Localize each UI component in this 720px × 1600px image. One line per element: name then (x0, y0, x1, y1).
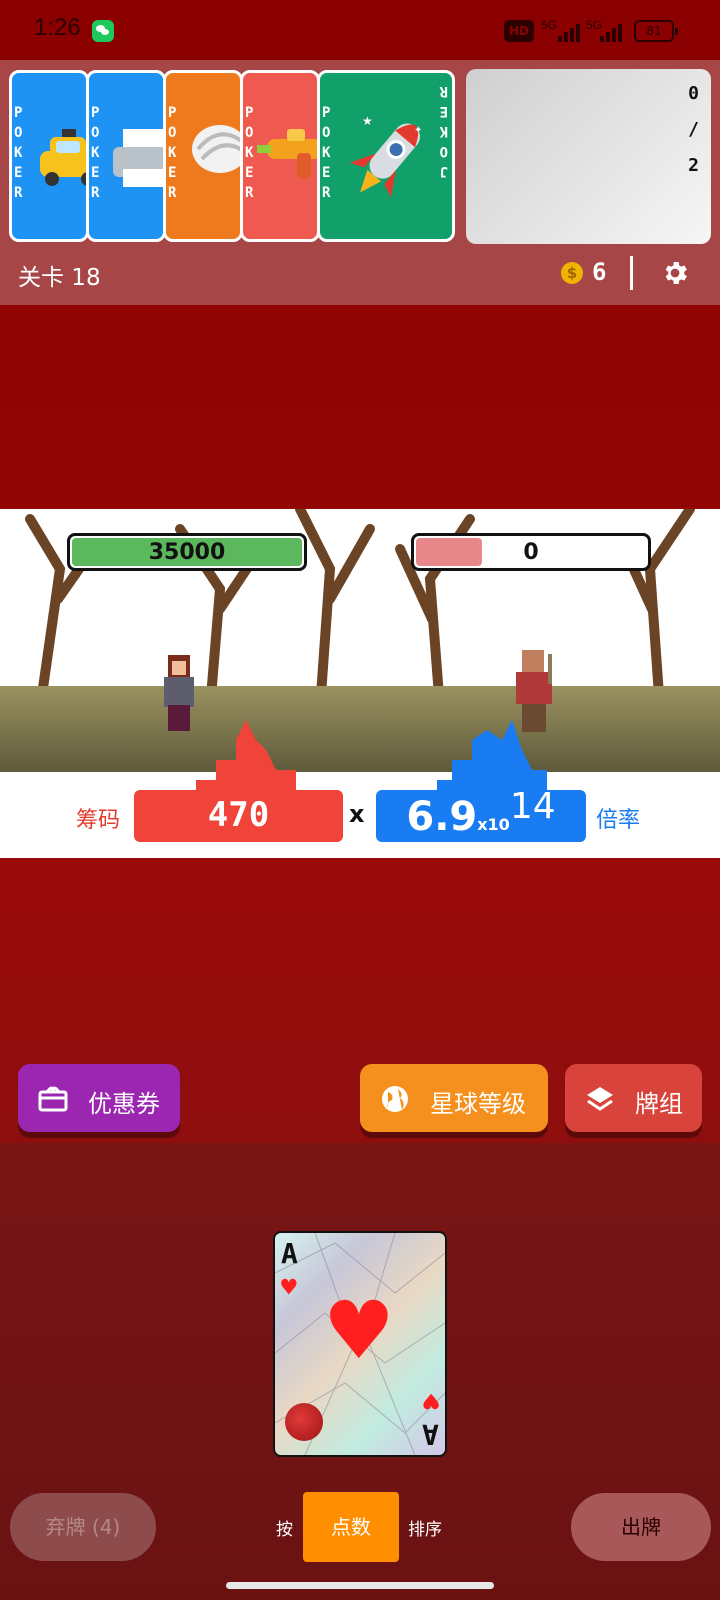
heart-icon: ♥ (281, 1273, 297, 1303)
joker-card-rocket[interactable]: POKER JOKER ★ ✦ (317, 70, 455, 242)
globe-icon (382, 1086, 408, 1112)
mult-x: x10 (477, 815, 510, 834)
sort-by-rank-button[interactable]: 点数 (303, 1492, 399, 1562)
player-hp-value: 35000 (148, 540, 226, 565)
enemy-hp-value: 0 (523, 540, 539, 565)
status-bar: 1:26 HD 5G 5G 81 (0, 0, 720, 60)
battery-indicator: 81 (634, 20, 678, 42)
layers-icon (587, 1087, 613, 1111)
mult-exponent: 14 (509, 786, 556, 827)
planet-level-button[interactable]: 星球等级 (360, 1064, 548, 1132)
joker-card-water-gun[interactable]: POKER (240, 70, 320, 242)
coin-count: 6 (592, 258, 607, 286)
joker-card-printer[interactable]: POKER (86, 70, 166, 242)
joker-card-seashell[interactable]: POKER (163, 70, 243, 242)
deck-label: 牌组 (635, 1090, 683, 1118)
signal-bars-2-icon (590, 22, 626, 42)
card-rank: A (422, 1418, 439, 1451)
mult-label: 倍率 (596, 808, 641, 833)
wechat-icon (92, 20, 114, 42)
joker-card-text: POKER (322, 105, 331, 201)
chips-label: 筹码 (76, 808, 121, 833)
level-label: 关卡 18 (18, 265, 101, 291)
seashell-icon (192, 125, 240, 173)
svg-text:★: ★ (362, 114, 373, 128)
gear-icon[interactable] (660, 258, 690, 288)
svg-text:✦: ✦ (414, 125, 422, 136)
taxi-icon (40, 129, 86, 186)
chip-splash-icon (196, 720, 311, 800)
home-indicator[interactable] (226, 1582, 494, 1589)
red-seal-icon (285, 1403, 323, 1441)
hd-badge: HD (504, 20, 534, 42)
card-rank-top: A ♥ (281, 1237, 298, 1303)
times-sign: x (349, 800, 365, 828)
joker-slots-used: 0 (688, 83, 699, 104)
rocket-icon: ★ ✦ (349, 114, 422, 198)
coin-icon: $ (561, 262, 583, 284)
discard-button[interactable]: 弃牌 (4) (10, 1493, 156, 1561)
chips-value: 470 (207, 795, 270, 835)
planet-level-label: 星球等级 (430, 1090, 526, 1118)
status-time: 1:26 (34, 14, 81, 41)
printer-icon (113, 129, 163, 187)
joker-card-text: POKER (14, 105, 23, 201)
play-button[interactable]: 出牌 (571, 1493, 711, 1561)
joker-card-text: POKER (168, 105, 177, 201)
sort-prefix: 按 (276, 1520, 293, 1540)
card-rank-bottom: A ♥ (422, 1385, 439, 1451)
hand-card[interactable]: A ♥ ♥ A ♥ (273, 1231, 447, 1457)
signal-bars-1-icon (544, 22, 580, 42)
water-gun-icon (257, 129, 317, 179)
joker-card-side-text: JOKER (439, 83, 448, 179)
card-rank: A (281, 1237, 298, 1270)
center-heart-icon: ♥ (323, 1284, 395, 1377)
gift-icon (38, 1086, 68, 1112)
coupon-button[interactable]: 优惠券 (18, 1064, 180, 1132)
joker-card-text: POKER (91, 105, 100, 201)
enemy-hp-bar: 0 (411, 533, 651, 571)
joker-card-taxi[interactable]: POKER (9, 70, 89, 242)
mult-base: 6.9 (406, 794, 478, 840)
joker-slots-panel: 0 / 2 (466, 69, 711, 244)
mult-value: 6.9x1014 (376, 786, 586, 840)
player-hp-bar: 35000 (67, 533, 307, 571)
deck-button[interactable]: 牌组 (565, 1064, 702, 1132)
battle-ground (0, 686, 720, 772)
coupon-label: 优惠券 (88, 1090, 160, 1118)
header-divider (630, 256, 633, 290)
joker-slots-separator: / (688, 119, 699, 140)
heart-icon: ♥ (423, 1385, 439, 1415)
sort-suffix: 排序 (408, 1520, 442, 1540)
joker-slots-max: 2 (688, 155, 699, 176)
